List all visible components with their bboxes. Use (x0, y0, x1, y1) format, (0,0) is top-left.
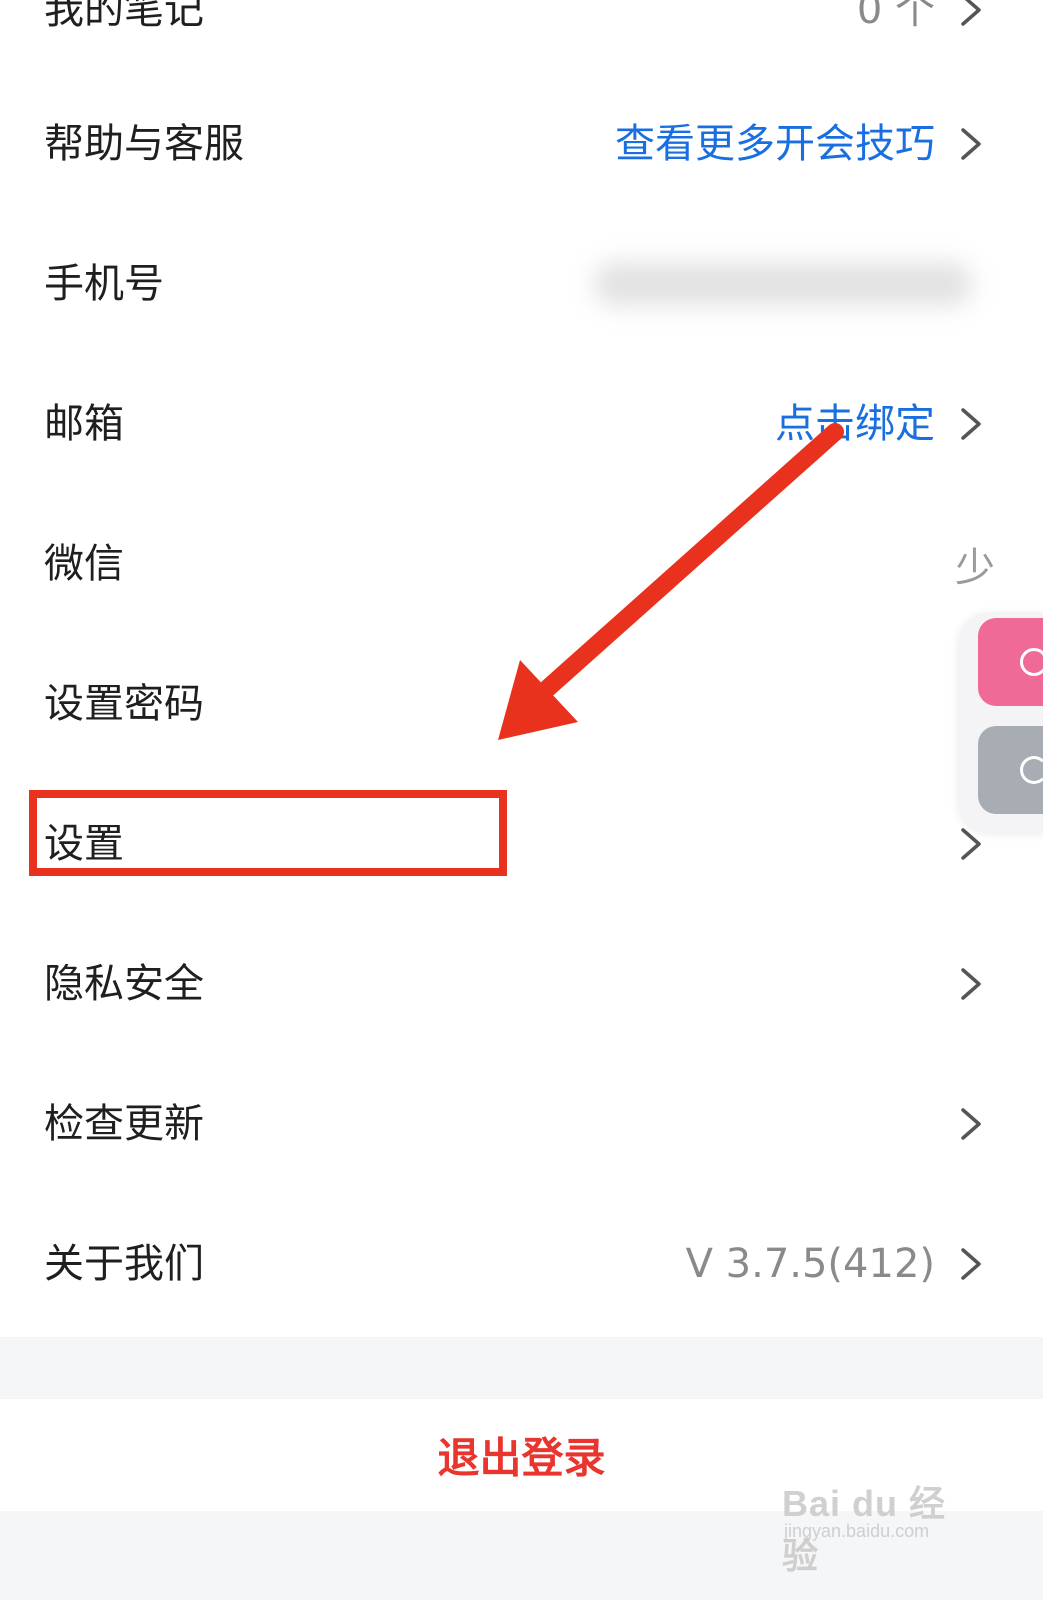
row-label: 帮助与客服 (44, 121, 244, 167)
row-label: 设置密码 (44, 681, 204, 727)
row-label: 手机号 (44, 261, 164, 307)
blurred-phone-number (593, 262, 973, 306)
row-label: 关于我们 (44, 1241, 204, 1287)
chevron-right-icon (961, 128, 981, 160)
watermark-url: jingyan.baidu.com (784, 1521, 930, 1541)
settings-list: 我的笔记 0 个 帮助与客服 查看更多开会技巧 手机号 邮箱 点击绑定 微信 少… (0, 0, 1043, 1365)
row-label: 微信 (44, 541, 124, 587)
row-help-support[interactable]: 帮助与客服 查看更多开会技巧 (0, 74, 1043, 214)
chevron-right-icon (961, 0, 981, 26)
row-label: 邮箱 (44, 401, 124, 447)
wechat-value-truncated: 少 (955, 545, 995, 591)
chevron-right-icon (961, 1108, 981, 1140)
row-about-us[interactable]: 关于我们 V 3.7.5(412) (0, 1194, 1043, 1334)
row-label: 隐私安全 (44, 961, 204, 1007)
section-divider (0, 1337, 1043, 1399)
floating-refresh-button[interactable] (978, 726, 1043, 814)
chevron-right-icon (961, 1248, 981, 1280)
row-label: 检查更新 (44, 1101, 204, 1147)
floating-add-button[interactable] (978, 618, 1043, 706)
row-phone[interactable]: 手机号 (0, 214, 1043, 354)
annotation-highlight-box (29, 790, 507, 876)
version-text: V 3.7.5(412) (685, 1241, 935, 1287)
row-privacy-security[interactable]: 隐私安全 (0, 914, 1043, 1054)
refresh-icon (1020, 756, 1043, 784)
chevron-right-icon (961, 968, 981, 1000)
help-link[interactable]: 查看更多开会技巧 (615, 120, 935, 168)
row-set-password[interactable]: 设置密码 (0, 634, 1043, 774)
baidu-watermark: Bai du 经验 jingyan.baidu.com (782, 1455, 982, 1576)
chevron-right-icon (961, 408, 981, 440)
row-check-update[interactable]: 检查更新 (0, 1054, 1043, 1194)
row-my-notes[interactable]: 我的笔记 0 个 (0, 0, 1043, 80)
row-label: 我的笔记 (44, 0, 204, 33)
row-wechat[interactable]: 微信 少 (0, 494, 1043, 634)
bind-email-link[interactable]: 点击绑定 (775, 400, 935, 448)
row-email[interactable]: 邮箱 点击绑定 (0, 354, 1043, 494)
notes-count: 0 个 (856, 0, 935, 33)
add-icon (1020, 648, 1043, 676)
